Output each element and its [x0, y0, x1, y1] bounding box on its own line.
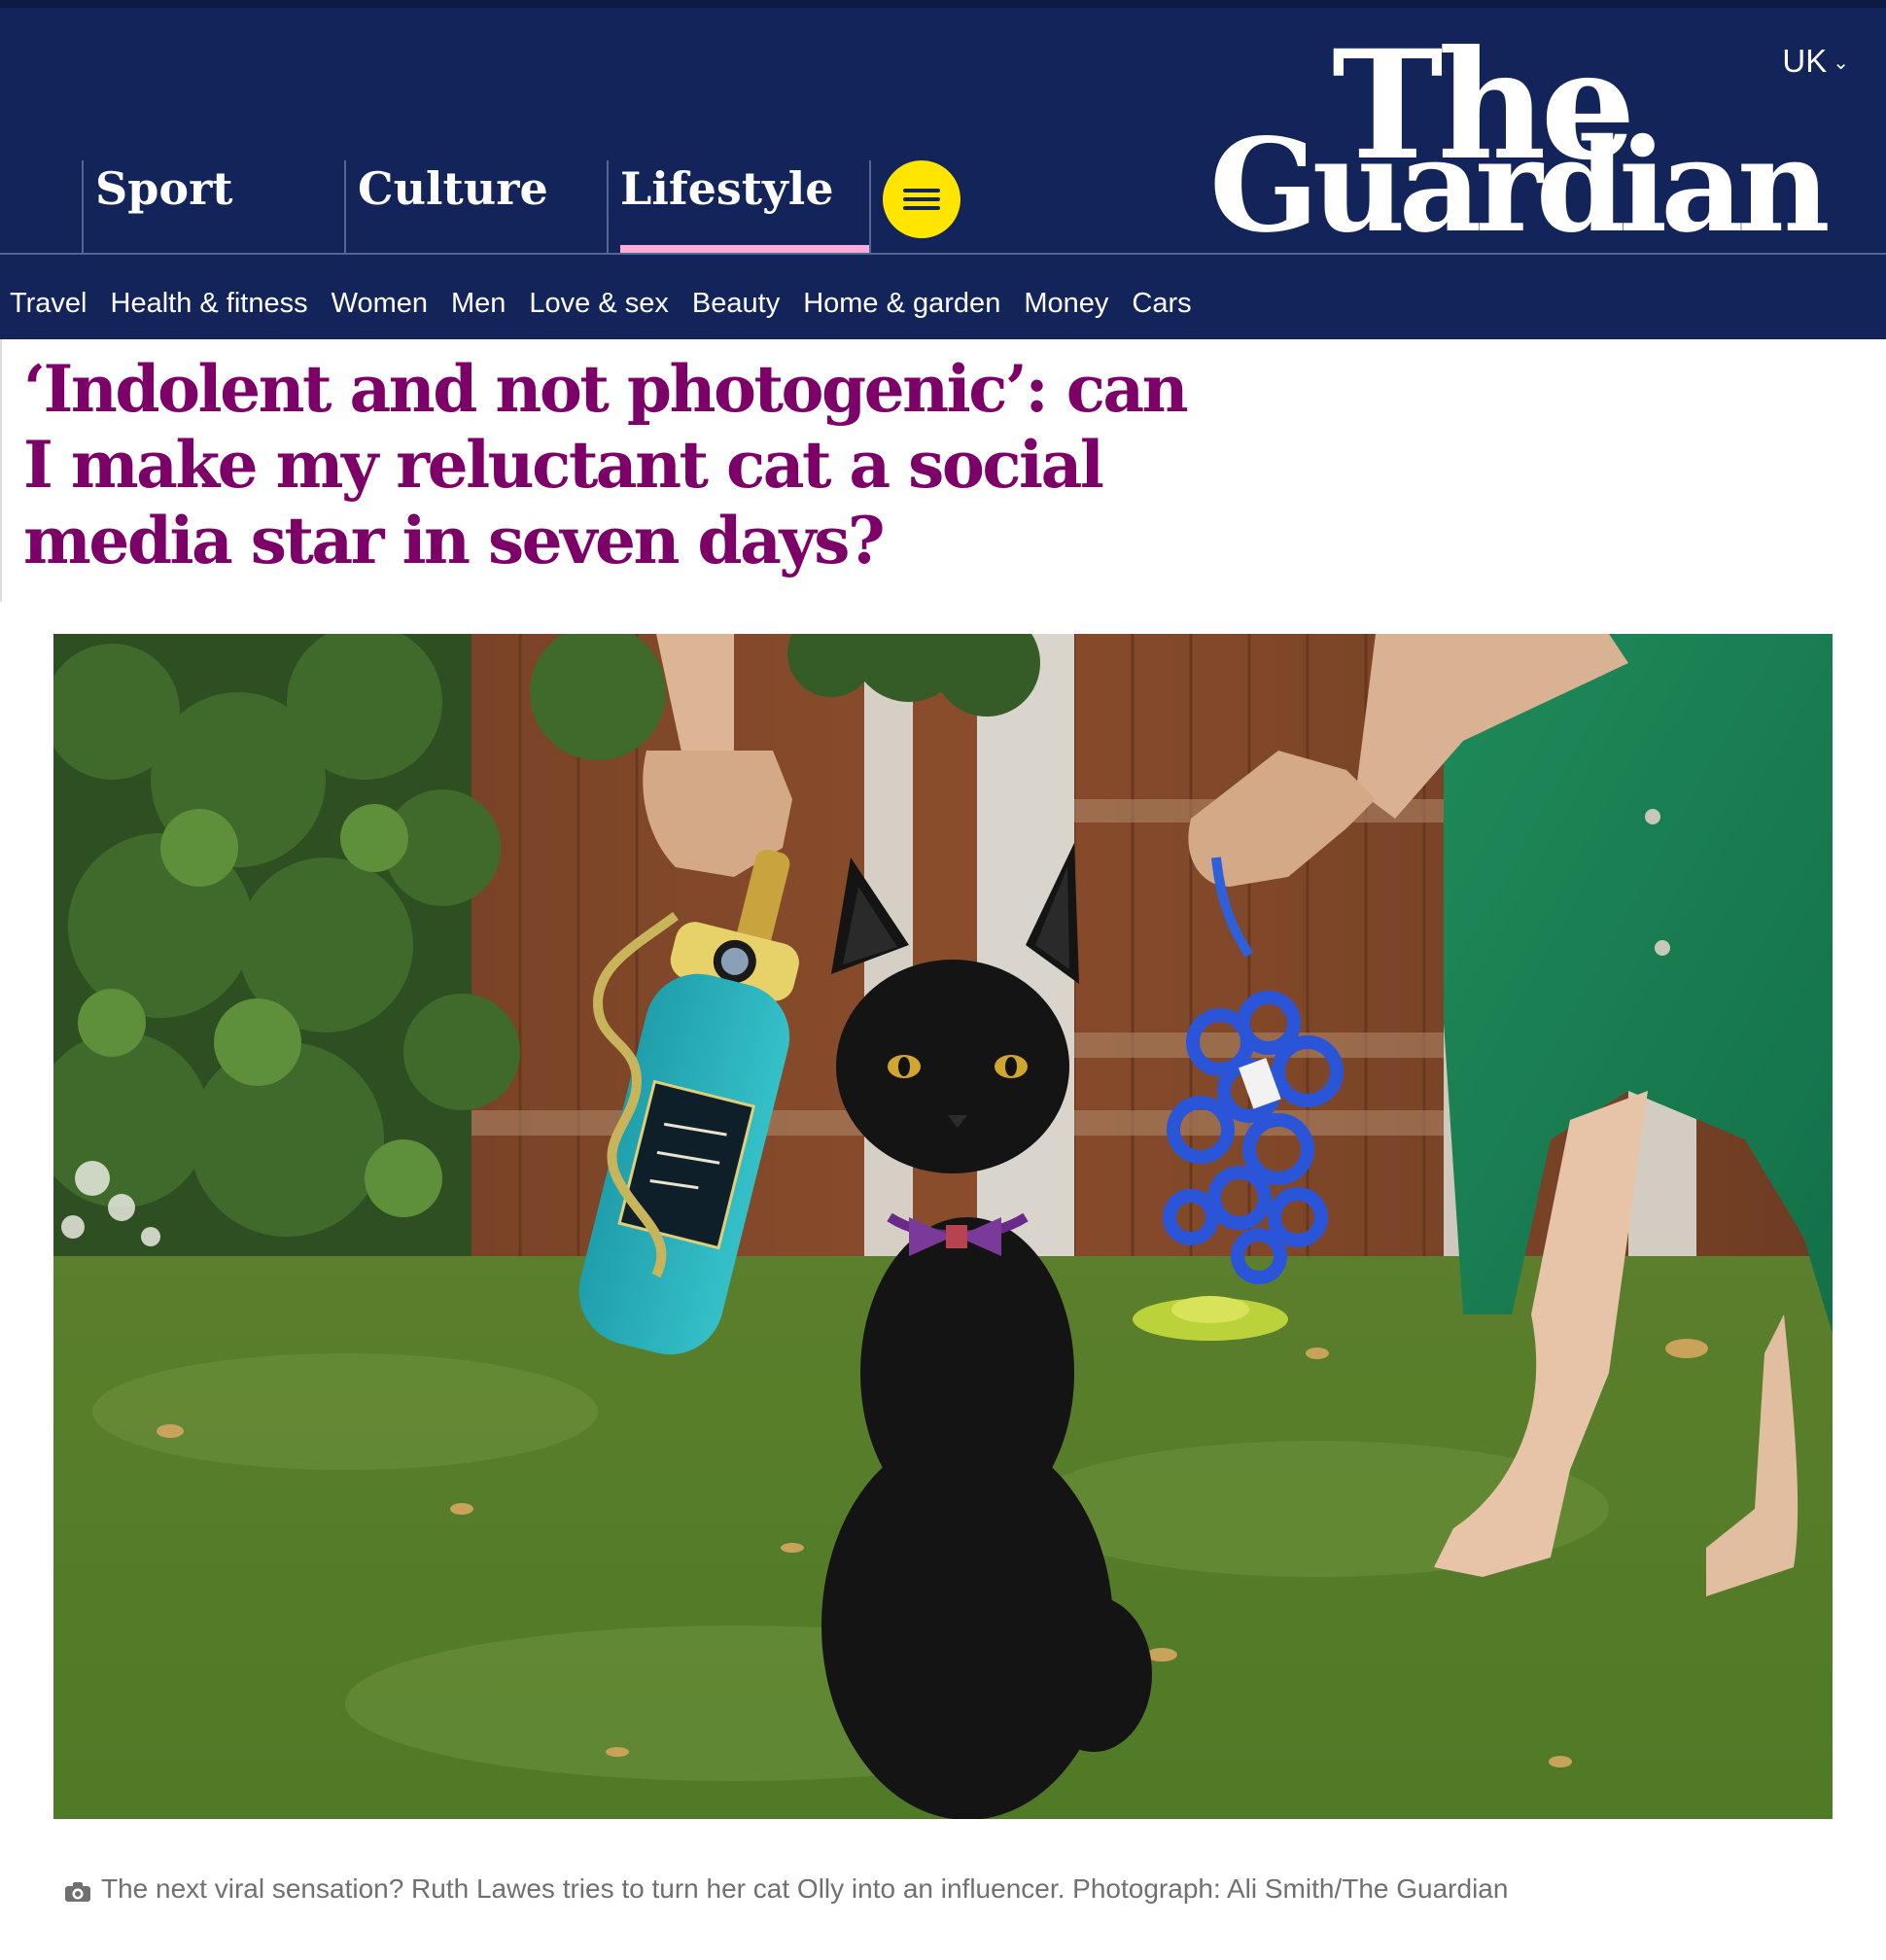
headline-container: ‘Indolent and not photogenic’: can I mak… — [0, 339, 1225, 602]
pillar-sport[interactable]: Sport — [82, 160, 344, 253]
subnav-women[interactable]: Women — [332, 288, 428, 320]
camera-icon — [64, 1878, 91, 1902]
subnav-money[interactable]: Money — [1024, 288, 1108, 320]
article-main-image[interactable] — [53, 634, 1833, 1819]
subnav-travel[interactable]: Travel — [10, 288, 87, 320]
caption-text: The next viral sensation? Ruth Lawes tri… — [101, 1873, 1509, 1904]
menu-button[interactable] — [883, 160, 960, 238]
subnav-men[interactable]: Men — [451, 288, 506, 320]
logo-line-guardian: Guardian — [1209, 111, 1831, 262]
pillar-nav: Sport Culture Lifestyle — [82, 160, 978, 253]
pillar-label: Culture — [358, 162, 548, 215]
menu-container — [869, 160, 978, 253]
subnav-health-fitness[interactable]: Health & fitness — [111, 288, 308, 320]
nav-divider — [0, 253, 1886, 255]
pillar-culture[interactable]: Culture — [344, 160, 607, 253]
image-caption: The next viral sensation? Ruth Lawes tri… — [64, 1873, 1508, 1905]
subnav-beauty[interactable]: Beauty — [692, 288, 780, 320]
subnav-cars[interactable]: Cars — [1132, 288, 1191, 320]
pillar-lifestyle[interactable]: Lifestyle — [607, 160, 869, 253]
hamburger-icon — [903, 189, 940, 210]
article-headline: ‘Indolent and not photogenic’: can I mak… — [23, 351, 1189, 578]
pillar-label: Lifestyle — [620, 162, 834, 215]
subnav-home-garden[interactable]: Home & garden — [803, 288, 1000, 320]
pillar-label: Sport — [95, 162, 233, 215]
subnav-love-sex[interactable]: Love & sex — [529, 288, 668, 320]
guardian-logo[interactable]: The Guardian — [1209, 25, 1851, 259]
masthead: UK ⌄ The Guardian Sport Culture Lifestyl… — [0, 0, 1886, 339]
sub-nav: Travel Health & fitness Women Men Love &… — [10, 288, 1192, 320]
